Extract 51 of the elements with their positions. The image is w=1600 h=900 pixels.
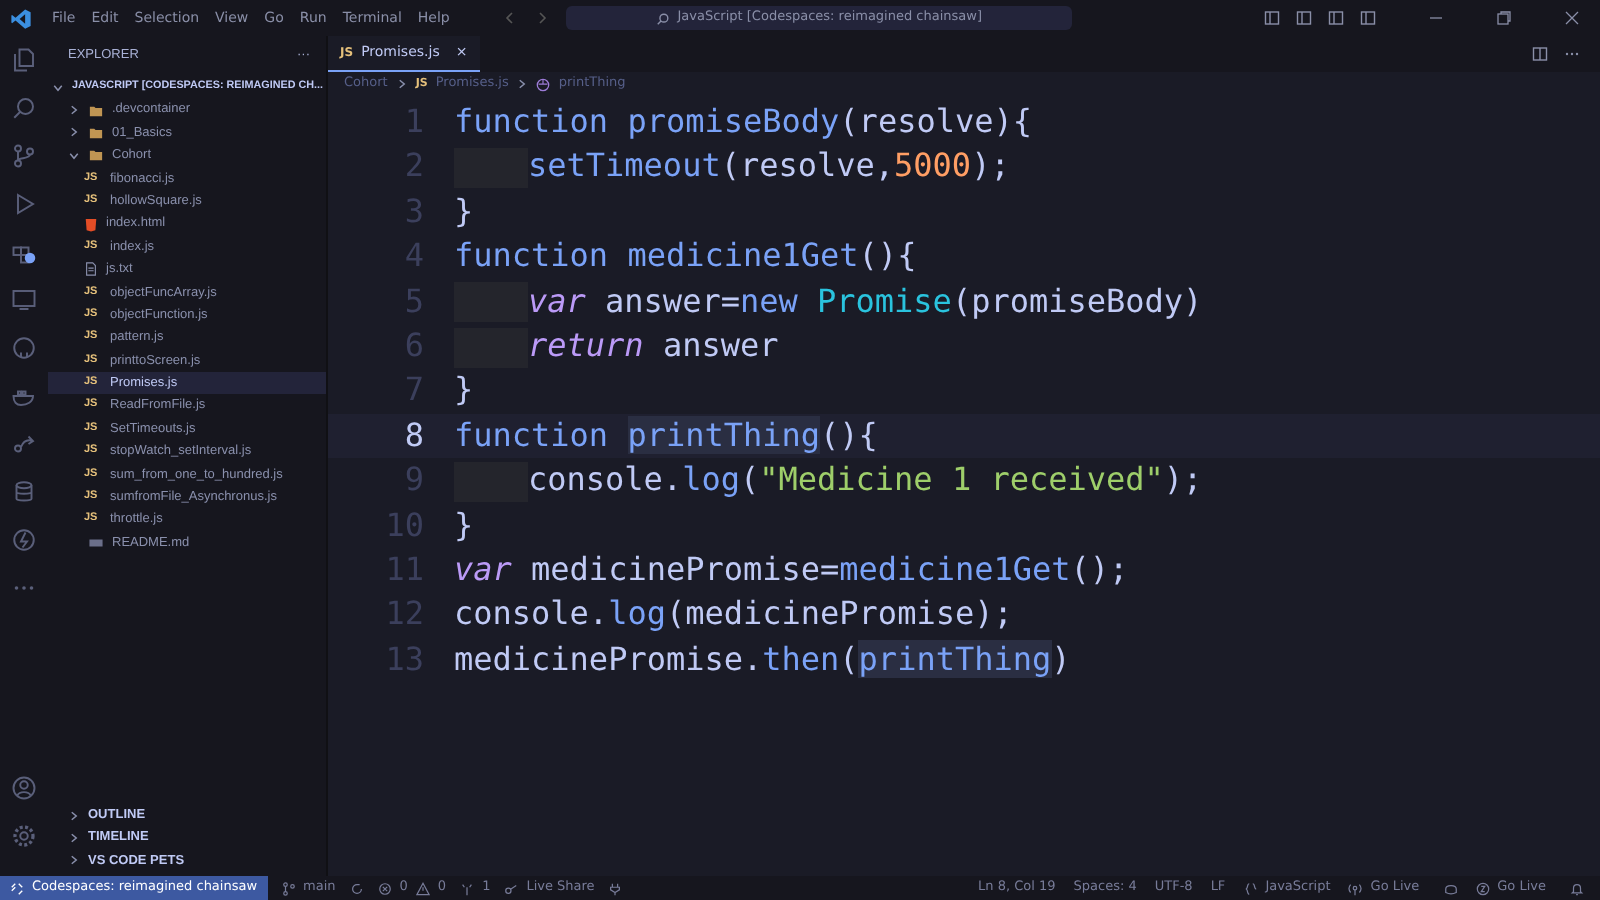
code-line: var answer=new Promise(promiseBody) xyxy=(454,279,1600,324)
sync-button[interactable] xyxy=(349,881,364,895)
sync-icon xyxy=(349,881,364,895)
circle-icon xyxy=(1475,881,1490,895)
live-share-icon xyxy=(504,881,519,895)
code-line: var medicinePromise=medicine1Get(); xyxy=(454,547,1131,592)
html-file-icon xyxy=(84,217,98,232)
account-icon[interactable] xyxy=(12,776,36,800)
source-control-icon[interactable] xyxy=(12,144,36,168)
line-number: 8 xyxy=(328,413,454,459)
chevron-icon xyxy=(516,78,529,90)
chevron-icon xyxy=(395,78,408,90)
database-icon[interactable] xyxy=(12,480,36,504)
search-icon[interactable] xyxy=(12,96,36,120)
files-icon[interactable] xyxy=(12,48,36,72)
code-line: } xyxy=(454,189,476,234)
code-line: console.log(medicinePromise); xyxy=(454,592,1015,637)
run-debug-icon[interactable] xyxy=(12,192,36,216)
code-line: console.log("Medicine 1 received"); xyxy=(454,458,1600,504)
plug-icon xyxy=(608,881,623,895)
code-line: function promiseBody(resolve){ xyxy=(454,100,1034,144)
close-icon[interactable] xyxy=(1564,10,1580,26)
code-line: } xyxy=(454,368,476,413)
branch-icon xyxy=(281,881,296,895)
layout-grid-icon[interactable] xyxy=(1360,10,1376,26)
layout-sidebar-icon[interactable] xyxy=(1264,10,1280,26)
monitor-icon[interactable] xyxy=(12,288,36,312)
braces-icon xyxy=(1243,881,1258,895)
plug-button[interactable] xyxy=(608,881,623,895)
restore-icon[interactable] xyxy=(1496,10,1512,26)
antenna-icon xyxy=(460,881,475,895)
code-line: } xyxy=(454,503,476,548)
code-line: function medicine1Get(){ xyxy=(454,234,919,279)
remote-icon xyxy=(10,881,24,895)
bolt-icon[interactable] xyxy=(12,528,36,552)
broadcast-icon xyxy=(1348,881,1363,895)
code-line: medicinePromise.then(printThing) xyxy=(454,637,1073,682)
markdown-file-icon xyxy=(88,536,104,550)
app-logo-icon xyxy=(10,7,32,29)
code-line: return answer xyxy=(454,323,1600,369)
share-icon[interactable] xyxy=(12,432,36,456)
settings-icon[interactable] xyxy=(12,824,36,848)
layout-split-icon[interactable] xyxy=(1328,10,1344,26)
warning-icon xyxy=(415,881,430,895)
text-file-icon xyxy=(84,262,98,277)
layout-panel-icon[interactable] xyxy=(1296,10,1312,26)
split-editor-icon[interactable] xyxy=(1532,46,1548,62)
search-icon xyxy=(655,11,670,25)
error-icon xyxy=(377,881,392,895)
code-line: setTimeout(resolve,5000); xyxy=(454,144,1600,190)
notifications-icon[interactable] xyxy=(1570,881,1584,895)
